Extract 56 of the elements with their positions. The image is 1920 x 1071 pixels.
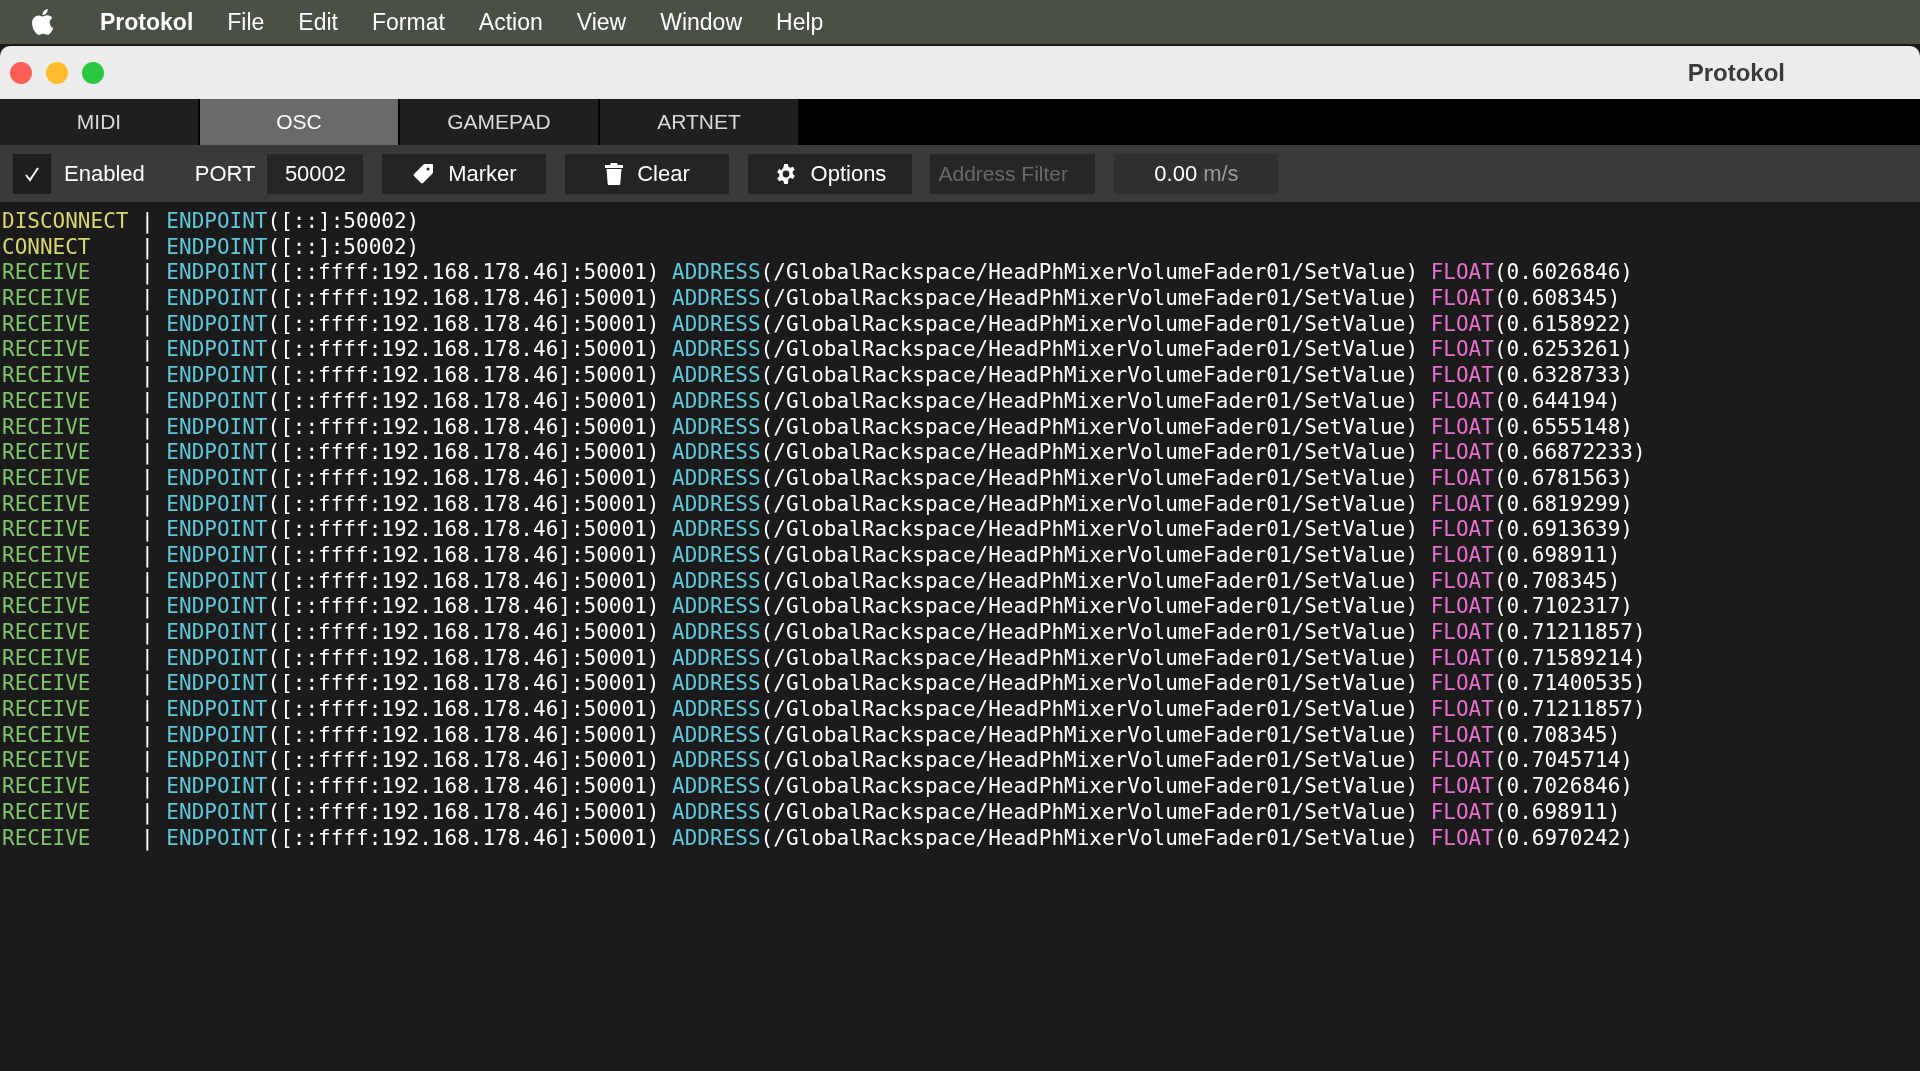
log-line: RECEIVE | ENDPOINT([::ffff:192.168.178.46]:50001) ADDRESS(/GlobalRackspace/HeadPhMixerVolumeFader01/SetValue) FLOAT(0.71211857) [2, 620, 1646, 646]
marker-button[interactable]: Marker [382, 153, 547, 194]
port-field[interactable]: 50002 [267, 153, 364, 194]
settings-icon [774, 162, 797, 185]
window-title: Protokol [1687, 57, 1785, 88]
menu-item[interactable]: Help [776, 4, 824, 40]
log-line: RECEIVE | ENDPOINT([::ffff:192.168.178.46]:50001) ADDRESS(/GlobalRackspace/HeadPhMixerVolumeFader01/SetValue) FLOAT(0.708345) [2, 722, 1621, 749]
menu-item[interactable]: Edit [298, 4, 338, 40]
log-line: RECEIVE | ENDPOINT([::ffff:192.168.178.46]:50001) ADDRESS(/GlobalRackspace/HeadPhMixerVolumeFader01/SetValue) FLOAT(0.644194) [2, 388, 1621, 415]
rate-value: 0.00 [1154, 160, 1198, 188]
log-line: DISCONNECT | ENDPOINT([::]:50002) [2, 209, 420, 235]
address-filter-field[interactable]: Address Filter [930, 153, 1096, 194]
menu-item[interactable]: Action [478, 4, 543, 40]
rate-unit: m/s [1203, 160, 1239, 188]
log-line: RECEIVE | ENDPOINT([::ffff:192.168.178.46]:50001) ADDRESS(/GlobalRackspace/HeadPhMixerVolumeFader01/SetValue) FLOAT(0.6158922) [2, 311, 1633, 338]
clear-button[interactable]: Clear [565, 153, 730, 194]
check-icon [24, 165, 40, 182]
log-line: RECEIVE | ENDPOINT([::ffff:192.168.178.46]:50001) ADDRESS(/GlobalRackspace/HeadPhMixerVolumeFader01/SetValue) FLOAT(0.6253261) [2, 337, 1633, 364]
menu-item[interactable]: File [227, 4, 265, 40]
log-line: RECEIVE | ENDPOINT([::ffff:192.168.178.46]:50001) ADDRESS(/GlobalRackspace/HeadPhMixerVolumeFader01/SetValue) FLOAT(0.71589214) [2, 645, 1646, 672]
log-line: RECEIVE | ENDPOINT([::ffff:192.168.178.46]:50001) ADDRESS(/GlobalRackspace/HeadPhMixerVolumeFader01/SetValue) FLOAT(0.698911) [2, 799, 1621, 826]
tab[interactable]: MIDI [0, 99, 200, 145]
log-line: RECEIVE | ENDPOINT([::ffff:192.168.178.46]:50001) ADDRESS(/GlobalRackspace/HeadPhMixerVolumeFader01/SetValue) FLOAT(0.7102317) [2, 594, 1633, 620]
minimize-window-button[interactable] [46, 61, 68, 84]
checkbox-label: Enabled [64, 160, 145, 188]
tag-icon [412, 162, 435, 185]
log-line: RECEIVE | ENDPOINT([::ffff:192.168.178.46]:50001) ADDRESS(/GlobalRackspace/HeadPhMixerVolumeFader01/SetValue) FLOAT(0.7026846) [2, 774, 1633, 800]
log-line: RECEIVE | ENDPOINT([::ffff:192.168.178.46]:50001) ADDRESS(/GlobalRackspace/HeadPhMixerVolumeFader01/SetValue) FLOAT(0.6781563) [2, 465, 1633, 492]
menu-item[interactable]: View [576, 4, 627, 40]
log-line: RECEIVE | ENDPOINT([::ffff:192.168.178.46]:50001) ADDRESS(/GlobalRackspace/HeadPhMixerVolumeFader01/SetValue) FLOAT(0.7045714) [2, 748, 1633, 775]
options-button[interactable]: Options [748, 153, 913, 194]
log-line: RECEIVE | ENDPOINT([::ffff:192.168.178.46]:50001) ADDRESS(/GlobalRackspace/HeadPhMixerVolumeFader01/SetValue) FLOAT(0.71400535) [2, 671, 1646, 698]
app-menu[interactable]: Protokol [100, 4, 194, 40]
menu-item[interactable]: Format [372, 4, 445, 40]
log-line: RECEIVE | ENDPOINT([::ffff:192.168.178.46]:50001) ADDRESS(/GlobalRackspace/HeadPhMixerVolumeFader01/SetValue) FLOAT(0.71211857) [2, 697, 1646, 723]
zoom-window-button[interactable] [82, 61, 104, 84]
log-line: RECEIVE | ENDPOINT([::ffff:192.168.178.46]:50001) ADDRESS(/GlobalRackspace/HeadPhMixerVolumeFader01/SetValue) FLOAT(0.6555148) [2, 414, 1633, 441]
menu-item[interactable]: Window [660, 4, 742, 40]
log-line: RECEIVE | ENDPOINT([::ffff:192.168.178.46]:50001) ADDRESS(/GlobalRackspace/HeadPhMixerVolumeFader01/SetValue) FLOAT(0.698911) [2, 542, 1621, 569]
trash-icon [605, 162, 624, 185]
log-line: RECEIVE | ENDPOINT([::ffff:192.168.178.46]:50001) ADDRESS(/GlobalRackspace/HeadPhMixerVolumeFader01/SetValue) FLOAT(0.608345) [2, 286, 1621, 312]
close-window-button[interactable] [10, 61, 32, 84]
port-label: PORT [194, 160, 256, 188]
tab[interactable]: GAMEPAD [400, 99, 600, 145]
log-line: RECEIVE | ENDPOINT([::ffff:192.168.178.46]:50001) ADDRESS(/GlobalRackspace/HeadPhMixerVolumeFader01/SetValue) FLOAT(0.6913639) [2, 517, 1633, 543]
log-line: RECEIVE | ENDPOINT([::ffff:192.168.178.46]:50001) ADDRESS(/GlobalRackspace/HeadPhMixerVolumeFader01/SetValue) FLOAT(0.708345) [2, 568, 1621, 595]
apple-logo-icon[interactable] [30, 8, 54, 36]
log-line: RECEIVE | ENDPOINT([::ffff:192.168.178.46]:50001) ADDRESS(/GlobalRackspace/HeadPhMixerVolumeFader01/SetValue) FLOAT(0.66872233) [2, 440, 1646, 466]
log-line: RECEIVE | ENDPOINT([::ffff:192.168.178.46]:50001) ADDRESS(/GlobalRackspace/HeadPhMixerVolumeFader01/SetValue) FLOAT(0.6026846) [2, 260, 1633, 287]
log-line: RECEIVE | ENDPOINT([::ffff:192.168.178.46]:50001) ADDRESS(/GlobalRackspace/HeadPhMixerVolumeFader01/SetValue) FLOAT(0.6328733) [2, 363, 1633, 389]
log-line: RECEIVE | ENDPOINT([::ffff:192.168.178.46]:50001) ADDRESS(/GlobalRackspace/HeadPhMixerVolumeFader01/SetValue) FLOAT(0.6970242) [2, 825, 1633, 852]
enabled-checkbox[interactable] [13, 153, 51, 194]
log-line: RECEIVE | ENDPOINT([::ffff:192.168.178.46]:50001) ADDRESS(/GlobalRackspace/HeadPhMixerVolumeFader01/SetValue) FLOAT(0.6819299) [2, 491, 1633, 518]
tab[interactable]: OSC [200, 99, 400, 145]
tab[interactable]: ARTNET [600, 99, 800, 145]
log-line: CONNECT | ENDPOINT([::]:50002) [2, 234, 420, 261]
